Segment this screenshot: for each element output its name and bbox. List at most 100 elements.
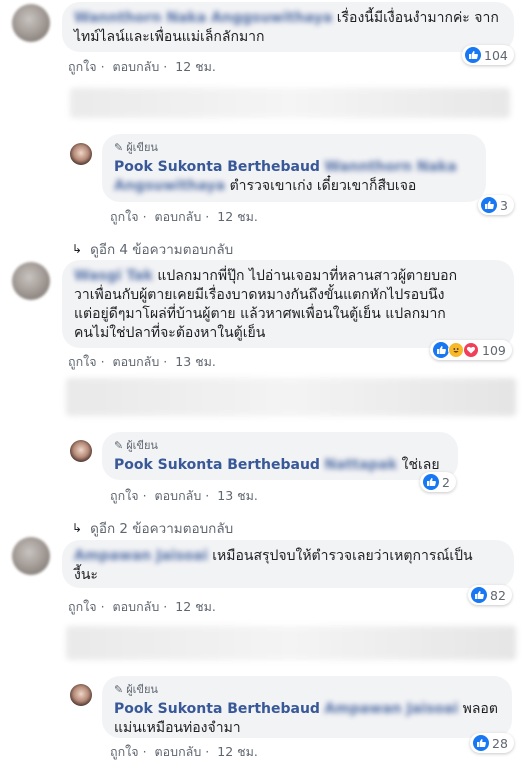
author-name[interactable]: Pook Sukonta Berthebaud [114, 701, 320, 717]
reply-bubble: ✎ ผู้เขียน Pook Sukonta Berthebaud Wannt… [102, 134, 486, 202]
reaction-count[interactable]: 109 [430, 340, 512, 360]
like-reaction-icon [471, 587, 487, 603]
author-badge: ✎ ผู้เขียน [114, 138, 474, 157]
reaction-count[interactable]: 104 [462, 45, 514, 65]
reply-bubble: ✎ ผู้เขียน Pook Sukonta Berthebaud Natta… [102, 432, 458, 480]
separator: · [205, 209, 210, 224]
blurred-content [66, 626, 516, 660]
reply-actions: ถูกใจ · ตอบกลับ · 12 ชม. [110, 207, 262, 227]
commenter-name[interactable]: Wannthorn Naka Anggsuwithaya [74, 10, 332, 26]
commenter-name[interactable]: Ampawan Jaisoai [74, 548, 208, 564]
reply-actions: ถูกใจ · ตอบกลับ · 13 ชม. [110, 486, 262, 506]
timestamp[interactable]: 12 ชม. [175, 599, 216, 614]
reply-link[interactable]: ตอบกลับ [113, 59, 160, 74]
timestamp[interactable]: 13 ชม. [217, 488, 258, 503]
like-link[interactable]: ถูกใจ [110, 488, 139, 503]
separator: · [142, 209, 147, 224]
separator: · [142, 744, 147, 759]
author-badge: ✎ ผู้เขียน [114, 680, 500, 699]
like-reaction-icon [473, 735, 489, 751]
comment-bubble: Wasgi Tak แปลกมากพี่ปุ๊ก ไปอ่านเจอมาที่ห… [62, 260, 514, 348]
pen-icon: ✎ [114, 439, 124, 452]
comment-text: แต่อยู่ดีๆมาโผล่ที่บ้านผู้ตาย แล้วหาศพเพ… [74, 306, 446, 322]
like-reaction-icon [481, 197, 497, 213]
separator: · [100, 354, 105, 369]
comment-text: ไทม์ไลน์และเพื่อนแม่เล็กลักมาก [74, 29, 265, 45]
comment-bubble: Ampawan Jaisoai เหมือนสรุปจบให้ตำรวจเลยว… [62, 540, 514, 588]
separator: · [205, 744, 210, 759]
reaction-count[interactable]: 2 [420, 472, 456, 492]
reply-text: ใช่เลย [401, 457, 440, 473]
separator: · [100, 59, 105, 74]
author-name[interactable]: Pook Sukonta Berthebaud [114, 159, 320, 175]
author-avatar[interactable] [70, 143, 92, 165]
tagged-name[interactable]: Nattapak [324, 457, 397, 473]
author-name[interactable]: Pook Sukonta Berthebaud [114, 457, 320, 473]
reply-text: แม่นเหมือนท่องจำมา [114, 720, 241, 736]
timestamp[interactable]: 12 ชม. [217, 209, 258, 224]
like-reaction-icon [465, 47, 481, 63]
commenter-name[interactable]: Wasgi Tak [74, 268, 153, 284]
reaction-number: 28 [492, 735, 508, 751]
commenter-avatar[interactable] [12, 4, 50, 42]
reply-link[interactable]: ตอบกลับ [113, 354, 160, 369]
separator: · [205, 488, 210, 503]
reaction-count[interactable]: 3 [478, 195, 514, 215]
blurred-content [66, 378, 516, 416]
author-avatar[interactable] [70, 440, 92, 462]
separator: · [100, 599, 105, 614]
reply-text: ตำรวจเขาเก่ง เดี๋ยวเขาก็สืบเจอ [229, 178, 417, 194]
reply-actions: ถูกใจ · ตอบกลับ · 12 ชม. [110, 742, 262, 760]
like-link[interactable]: ถูกใจ [68, 59, 97, 74]
commenter-avatar[interactable] [12, 262, 50, 300]
comment-actions: ถูกใจ · ตอบกลับ · 12 ชม. [68, 597, 220, 617]
reaction-number: 82 [490, 587, 506, 603]
comment-actions: ถูกใจ · ตอบกลับ · 13 ชม. [68, 352, 220, 372]
blurred-content [70, 88, 510, 118]
reply-link[interactable]: ตอบกลับ [113, 599, 160, 614]
view-more-replies[interactable]: ↳ ดูอีก 2 ข้อความตอบกลับ [72, 517, 233, 539]
pen-icon: ✎ [114, 683, 124, 696]
commenter-avatar[interactable] [12, 537, 50, 575]
like-link[interactable]: ถูกใจ [110, 209, 139, 224]
haha-reaction-icon [448, 342, 464, 358]
comment-bubble: Wannthorn Naka Anggsuwithaya เรื่องนี้มี… [62, 2, 514, 52]
reply-text: พลอต [462, 701, 498, 717]
pen-icon: ✎ [114, 141, 124, 154]
reply-arrow-icon: ↳ [72, 242, 83, 256]
reaction-number: 3 [500, 197, 508, 213]
author-avatar[interactable] [70, 684, 92, 706]
timestamp[interactable]: 12 ชม. [175, 59, 216, 74]
like-link[interactable]: ถูกใจ [110, 744, 139, 759]
timestamp[interactable]: 13 ชม. [175, 354, 216, 369]
separator: · [163, 599, 168, 614]
reply-link[interactable]: ตอบกลับ [155, 488, 202, 503]
separator: · [163, 354, 168, 369]
reaction-count[interactable]: 28 [470, 733, 514, 753]
reaction-count[interactable]: 82 [468, 585, 512, 605]
view-more-replies[interactable]: ↳ ดูอีก 4 ข้อความตอบกลับ [72, 238, 233, 260]
separator: · [163, 59, 168, 74]
reaction-number: 104 [484, 47, 508, 63]
reply-arrow-icon: ↳ [72, 521, 83, 535]
comment-text: เหมือนสรุปจบให้ตำรวจเลยว่าเหตุการณ์เป็น [212, 548, 473, 564]
reply-link[interactable]: ตอบกลับ [155, 209, 202, 224]
author-badge: ✎ ผู้เขียน [114, 436, 446, 455]
reply-link[interactable]: ตอบกลับ [155, 744, 202, 759]
comment-text: วาเพื่อนกับผู้ตายเคยมีเรื่องบาดหมางกันถึ… [74, 287, 445, 303]
love-reaction-icon [463, 342, 479, 358]
timestamp[interactable]: 12 ชม. [217, 744, 258, 759]
reaction-number: 2 [442, 474, 450, 490]
like-link[interactable]: ถูกใจ [68, 599, 97, 614]
tagged-name[interactable]: Ampawan Jaisoai [324, 701, 458, 717]
separator: · [142, 488, 147, 503]
like-reaction-icon [433, 342, 449, 358]
reaction-number: 109 [482, 342, 506, 358]
comment-text: งี้นะ [74, 567, 98, 583]
comment-actions: ถูกใจ · ตอบกลับ · 12 ชม. [68, 57, 220, 77]
reply-bubble: ✎ ผู้เขียน Pook Sukonta Berthebaud Ampaw… [102, 676, 512, 738]
comment-text: แปลกมากพี่ปุ๊ก ไปอ่านเจอมาที่หลานสาวผู้ต… [157, 268, 458, 284]
like-reaction-icon [423, 474, 439, 490]
like-link[interactable]: ถูกใจ [68, 354, 97, 369]
comment-text: เรื่องนี้มีเงื่อนงำมากค่ะ จาก [336, 10, 499, 26]
